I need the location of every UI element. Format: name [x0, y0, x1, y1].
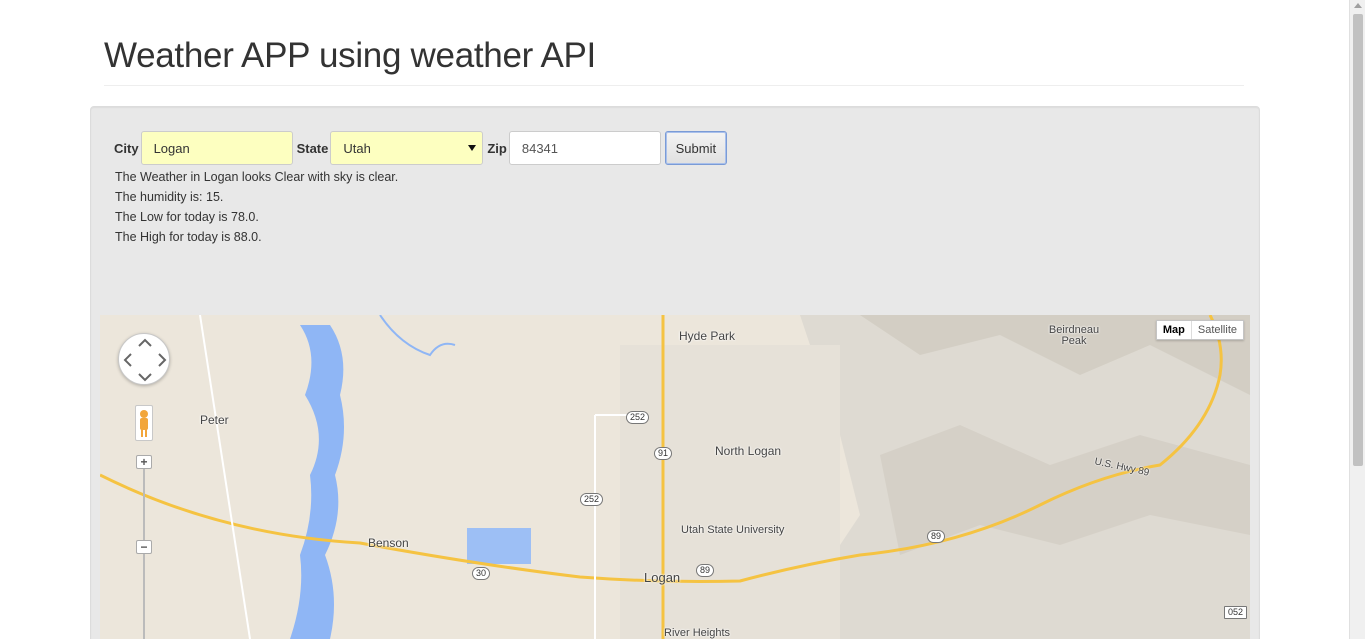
route-shield: 252 — [626, 411, 650, 424]
weather-summary: The Weather in Logan looks Clear with sk… — [115, 170, 399, 184]
place-label: Peter — [200, 413, 229, 427]
pan-control[interactable] — [118, 333, 170, 385]
zip-label: Zip — [487, 140, 507, 156]
route-shield: 89 — [696, 564, 715, 577]
city-input[interactable] — [140, 131, 293, 165]
state-select[interactable]: Utah — [330, 131, 484, 165]
state-label: State — [296, 140, 329, 156]
route-shield: 30 — [472, 567, 491, 580]
scrollbar-thumb[interactable] — [1353, 14, 1363, 466]
place-label: Hyde Park — [679, 329, 736, 343]
route-shield: 052 — [1224, 606, 1248, 619]
place-label: North Logan — [715, 444, 782, 458]
water-body — [290, 325, 344, 639]
zoom-in-button[interactable]: + — [136, 455, 152, 469]
place-label: Utah State University — [681, 524, 785, 536]
scroll-up-icon[interactable] — [1354, 3, 1362, 8]
map-type-satellite[interactable]: Satellite — [1192, 321, 1243, 339]
page-title: Weather APP using weather API — [104, 36, 596, 75]
submit-button[interactable]: Submit — [664, 131, 727, 165]
weather-form: City State Utah Zip Submit — [114, 131, 727, 165]
place-label: Benson — [368, 536, 409, 550]
city-label: City — [114, 140, 139, 156]
town-area — [620, 345, 840, 639]
street-view-pegman-icon[interactable] — [135, 405, 153, 441]
chevron-down-icon — [468, 145, 477, 151]
place-label: River Heights — [664, 627, 731, 639]
place-label: Logan — [644, 570, 681, 585]
page-header: Weather APP using weather API — [104, 34, 1244, 86]
weather-results: The Weather in Logan looks Clear with sk… — [115, 167, 398, 247]
zip-input[interactable] — [508, 131, 661, 165]
map-type-control: Map Satellite — [1155, 320, 1244, 340]
page-scrollbar[interactable] — [1349, 0, 1365, 639]
pan-arrows-icon — [123, 338, 167, 382]
route-shield: 252 — [580, 493, 604, 506]
map-type-map[interactable]: Map — [1157, 321, 1192, 339]
map-view[interactable]: Map Satellite + − Hyde Park North Logan — [100, 315, 1250, 639]
high-temp-text: The High for today is 88.0. — [115, 230, 262, 244]
route-shield: 91 — [654, 447, 673, 460]
low-temp-text: The Low for today is 78.0. — [115, 210, 259, 224]
zoom-slider-handle[interactable]: − — [136, 540, 152, 554]
state-selected-value: Utah — [343, 140, 371, 156]
place-label: Beirdneau Peak — [1048, 324, 1100, 347]
page: Weather APP using weather API City State… — [0, 0, 1365, 639]
road — [199, 315, 251, 639]
route-shield: 89 — [927, 530, 946, 543]
river — [379, 315, 456, 357]
water-body — [467, 528, 531, 564]
humidity-text: The humidity is: 15. — [115, 190, 224, 204]
map-canvas — [100, 315, 1250, 639]
